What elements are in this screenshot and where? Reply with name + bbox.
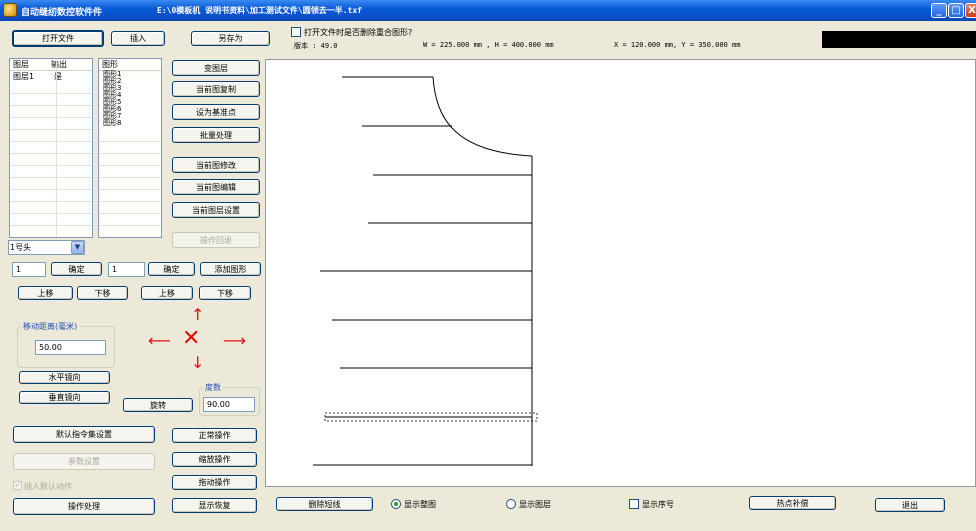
output-column-header: 输出: [51, 60, 67, 69]
minimize-button[interactable]: _: [931, 3, 947, 18]
confirm-button-1[interactable]: 确定: [51, 262, 102, 276]
index-input-1[interactable]: 1: [12, 262, 46, 277]
undo-button[interactable]: 操作回退: [172, 232, 260, 248]
move-distance-input[interactable]: 50.00: [35, 340, 106, 355]
exit-button[interactable]: 退出: [875, 498, 945, 512]
mirror-horizontal-button[interactable]: 水平镜向: [19, 371, 110, 384]
layer-output-cell: 是: [54, 72, 62, 81]
show-sequence-label: 显示序号: [642, 500, 674, 509]
insert-button[interactable]: 插入: [111, 31, 165, 46]
batch-process-button[interactable]: 批量处理: [172, 127, 260, 143]
maximize-button[interactable]: □: [948, 3, 964, 18]
shape-column-header: 图形: [102, 60, 118, 69]
center-cross-icon[interactable]: ✕: [182, 328, 200, 350]
arrow-down-icon[interactable]: ↓: [191, 355, 204, 371]
layer-column-header: 图层: [13, 60, 29, 69]
hot-point-compensation-button[interactable]: 热点补偿: [749, 496, 836, 510]
parameter-settings-button[interactable]: 参数设置: [13, 453, 155, 470]
delete-overlap-checkbox[interactable]: [291, 27, 301, 37]
drag-operation-button[interactable]: 拖动操作: [172, 475, 257, 490]
app-icon: [3, 3, 17, 17]
layer-row[interactable]: 图层1 是: [10, 71, 92, 81]
arrow-up-icon[interactable]: ↑: [191, 307, 204, 323]
rotate-button[interactable]: 旋转: [123, 398, 193, 412]
process-button[interactable]: 操作处理: [13, 498, 155, 515]
shape-drawing: [313, 76, 538, 466]
add-shape-button[interactable]: 添加图形: [200, 262, 261, 276]
move-down-button-2[interactable]: 下移: [199, 286, 251, 300]
status-display: [822, 31, 976, 48]
move-up-button-1[interactable]: 上移: [18, 286, 73, 300]
default-command-settings-button[interactable]: 默认指令集设置: [13, 426, 155, 443]
file-path-title: E:\0模板机 说明书资料\加工测试文件\圆领去一半.txf: [157, 6, 362, 15]
version-readout: 版本 : 49.0: [294, 42, 338, 50]
change-layer-button[interactable]: 变图层: [172, 60, 260, 76]
layer-name-cell: 图层1: [13, 72, 35, 81]
chevron-down-icon[interactable]: ▼: [71, 241, 84, 254]
insert-default-label: 插入默认动作: [24, 482, 72, 491]
modify-current-button[interactable]: 当前图修改: [172, 157, 260, 173]
coordinate-readout: X = 120.000 mm, Y = 350.000 mm: [614, 41, 741, 49]
move-down-button-1[interactable]: 下移: [77, 286, 128, 300]
set-base-point-button[interactable]: 设为基准点: [172, 104, 260, 120]
mirror-vertical-button[interactable]: 垂直镜向: [19, 391, 110, 404]
show-all-radio[interactable]: [391, 499, 401, 509]
size-readout: W = 225.000 mm , H = 400.000 mm: [423, 41, 554, 49]
open-file-button[interactable]: 打开文件: [12, 30, 104, 47]
edit-current-button[interactable]: 当前图编辑: [172, 179, 260, 195]
save-as-button[interactable]: 另存为: [191, 31, 270, 46]
move-up-button-2[interactable]: 上移: [141, 286, 193, 300]
show-sequence-checkbox[interactable]: [629, 499, 639, 509]
delete-overlap-label: 打开文件时是否删除重合图形?: [304, 28, 413, 37]
shape-curve: [432, 76, 533, 157]
insert-default-checkbox[interactable]: ✓: [13, 481, 22, 490]
show-layer-radio[interactable]: [506, 499, 516, 509]
copy-current-button[interactable]: 当前图复制: [172, 81, 260, 97]
delete-short-lines-button[interactable]: 删除短线: [276, 497, 373, 511]
arrow-right-icon[interactable]: ⟶: [223, 333, 246, 349]
layer-settings-button[interactable]: 当前图层设置: [172, 202, 260, 218]
title-bar: 自动缝纫数控软件件 E:\0模板机 说明书资料\加工测试文件\圆领去一半.txf…: [0, 0, 976, 21]
index-input-2[interactable]: 1: [108, 262, 145, 277]
close-button[interactable]: X: [965, 3, 976, 18]
degree-input[interactable]: 90.00: [203, 397, 255, 412]
drawing-canvas[interactable]: [265, 59, 976, 487]
show-layer-label: 显示图层: [519, 500, 551, 509]
zoom-operation-button[interactable]: 缩放操作: [172, 452, 257, 467]
app-title: 自动缝纫数控软件件: [21, 8, 103, 18]
normal-operation-button[interactable]: 正常操作: [172, 428, 257, 443]
head-select-value: 1号头: [10, 243, 32, 252]
degree-label: 度数: [203, 382, 223, 393]
layer-list[interactable]: 图层 输出 图层1 是: [9, 58, 93, 238]
shape-list-item[interactable]: 图形8: [103, 120, 161, 127]
show-all-label: 显示整图: [404, 500, 436, 509]
confirm-button-2[interactable]: 确定: [148, 262, 195, 276]
move-distance-label: 移动距离(毫米): [21, 321, 80, 332]
arrow-left-icon[interactable]: ⟵: [148, 333, 171, 349]
layer-list-header: 图层 输出: [10, 59, 92, 71]
restore-view-button[interactable]: 显示恢复: [172, 498, 257, 513]
shape-list[interactable]: 图形 图形1 图形2 图形3 图形4 图形5 图形6 图形7 图形8: [98, 58, 162, 238]
